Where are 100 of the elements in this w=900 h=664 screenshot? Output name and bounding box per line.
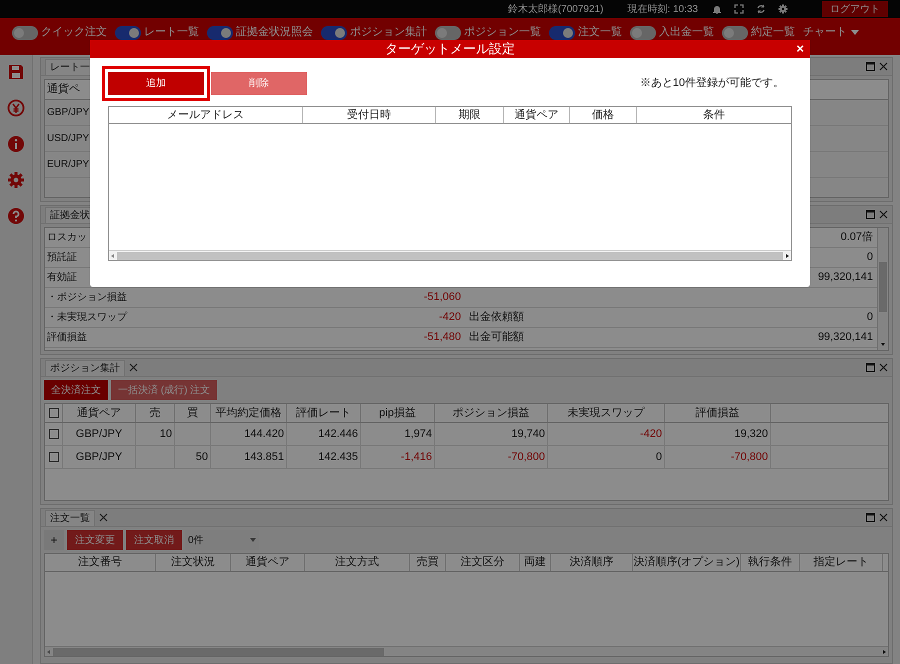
table-cell: 50 bbox=[175, 446, 211, 468]
close-icon[interactable] bbox=[879, 210, 888, 219]
column-header: 平均約定価格 bbox=[211, 404, 287, 422]
caret-icon bbox=[250, 538, 256, 542]
column-header: 買 bbox=[175, 404, 211, 422]
checkbox[interactable] bbox=[48, 408, 58, 418]
table-cell: GBP/JPY bbox=[63, 423, 136, 445]
table-cell-text: 0 bbox=[866, 250, 873, 266]
help-icon[interactable] bbox=[7, 207, 25, 225]
toggle-label: 約定一覧 bbox=[751, 24, 795, 40]
table-cell: 143.851 bbox=[211, 446, 287, 468]
left-arrow-icon[interactable] bbox=[45, 648, 53, 656]
maximize-icon[interactable] bbox=[866, 210, 875, 219]
toggle-switch[interactable] bbox=[722, 26, 748, 40]
left-arrow-icon[interactable] bbox=[109, 252, 117, 260]
column-header: 執行条件 bbox=[741, 554, 800, 571]
dialog-button[interactable]: 削除 bbox=[211, 72, 307, 95]
toggle-switch[interactable] bbox=[207, 26, 233, 40]
toggle-switch[interactable] bbox=[435, 26, 461, 40]
dialog-title: ターゲットメール設定 bbox=[385, 42, 515, 56]
yen-icon[interactable] bbox=[7, 99, 25, 117]
toggle-switch[interactable] bbox=[12, 26, 38, 40]
column-header: 売 bbox=[136, 404, 175, 422]
column-header: 評価レート bbox=[287, 404, 361, 422]
toggle-label: 注文一覧 bbox=[578, 24, 622, 40]
table-cell: -70,800 bbox=[665, 446, 771, 468]
column-header: 期限 bbox=[436, 107, 504, 123]
table-cell: 142.446 bbox=[287, 423, 361, 445]
dialog-button[interactable]: 追加 bbox=[108, 72, 204, 95]
column-header: 注文方式 bbox=[305, 554, 410, 571]
down-arrow-icon[interactable] bbox=[879, 340, 887, 348]
table-cell: GBP/JPY bbox=[63, 446, 136, 468]
close-button[interactable]: × bbox=[796, 41, 804, 57]
toggle-label: ポジション集計 bbox=[350, 24, 427, 40]
horizontal-scrollbar[interactable] bbox=[45, 646, 888, 656]
checkbox[interactable] bbox=[48, 429, 58, 439]
order-button[interactable]: 注文変更 bbox=[67, 530, 123, 550]
panel-tab[interactable]: 注文一覧 bbox=[45, 510, 95, 526]
close-icon[interactable] bbox=[879, 62, 888, 71]
column-header: 受付日時 bbox=[303, 107, 436, 123]
add-button[interactable]: + bbox=[44, 530, 64, 550]
toggle-switch[interactable] bbox=[630, 26, 656, 40]
table-cell: -70,800 bbox=[435, 446, 548, 468]
toggle-label: 入出金一覧 bbox=[659, 25, 714, 40]
vertical-scrollbar[interactable] bbox=[877, 228, 888, 350]
fullscreen-icon[interactable] bbox=[734, 4, 744, 14]
column-header: pip損益 bbox=[361, 404, 435, 422]
maximize-icon[interactable] bbox=[866, 62, 875, 71]
save-icon[interactable] bbox=[7, 63, 25, 81]
right-arrow-icon[interactable] bbox=[783, 252, 791, 260]
caret-icon bbox=[851, 30, 859, 36]
row-label: ・未実現スワップ bbox=[47, 310, 127, 325]
table-cell: 10 bbox=[136, 423, 175, 445]
chart-menu[interactable]: チャート bbox=[803, 24, 859, 41]
toggle-label: ポジション一覧 bbox=[464, 25, 541, 40]
close-icon[interactable] bbox=[129, 363, 138, 372]
horizontal-scrollbar[interactable] bbox=[109, 250, 791, 260]
table-cell-text: -51,060 bbox=[424, 290, 461, 306]
table-cell: 144.420 bbox=[211, 423, 287, 445]
table-cell: -420 bbox=[548, 423, 665, 445]
column-header: 通貨ペ bbox=[46, 82, 81, 98]
refresh-icon[interactable] bbox=[756, 4, 766, 14]
column-header: ポジション損益 bbox=[435, 404, 548, 422]
table-cell-text: 99,320,141 bbox=[818, 270, 873, 286]
column-header: 決済順序 bbox=[551, 554, 633, 571]
close-icon[interactable] bbox=[879, 513, 888, 522]
close-icon[interactable] bbox=[99, 513, 108, 522]
table-cell-text: EUR/JPY bbox=[46, 158, 90, 172]
column-header: 売買 bbox=[410, 554, 446, 571]
maximize-icon[interactable] bbox=[866, 363, 875, 372]
settings-icon[interactable] bbox=[778, 4, 788, 14]
logout-button[interactable]: ログアウト bbox=[822, 1, 888, 17]
checkbox[interactable] bbox=[48, 452, 58, 462]
order-button[interactable]: 全決済注文 bbox=[44, 380, 108, 400]
table-cell-text: USD/JPY bbox=[46, 132, 90, 146]
column-header: 条件 bbox=[702, 108, 726, 123]
column-header: 注文区分 bbox=[446, 554, 520, 571]
close-icon[interactable] bbox=[879, 363, 888, 372]
bell-icon[interactable] bbox=[712, 4, 722, 14]
table-cell: -1,416 bbox=[361, 446, 435, 468]
info-icon[interactable] bbox=[7, 135, 25, 153]
row-label: ・ポジション損益 bbox=[47, 291, 127, 305]
row-label: ロスカッ bbox=[47, 231, 87, 245]
toggle-switch[interactable] bbox=[115, 26, 141, 40]
maximize-icon[interactable] bbox=[866, 513, 875, 522]
toggle-switch[interactable] bbox=[321, 26, 347, 40]
toggle-switch[interactable] bbox=[549, 26, 575, 40]
row-label: 評価損益 bbox=[47, 330, 87, 345]
panel-tab[interactable]: ポジション集計 bbox=[45, 360, 125, 376]
order-button[interactable]: 注文取消 bbox=[126, 530, 182, 550]
remaining-notice: ※あと10件登録が可能です。 bbox=[640, 76, 784, 92]
row-label: 有効証 bbox=[47, 270, 77, 285]
column-header: 未実現スワップ bbox=[548, 404, 665, 422]
table-cell-text: 99,320,141 bbox=[818, 330, 873, 346]
table-cell-text: 0.07倍 bbox=[840, 230, 873, 246]
column-header: 注文番号 bbox=[45, 554, 156, 571]
column-header: 両建 bbox=[520, 554, 551, 571]
table-cell: 0 bbox=[548, 446, 665, 468]
table-cell: 1,974 bbox=[361, 423, 435, 445]
column-header: 指定レート bbox=[800, 554, 883, 571]
